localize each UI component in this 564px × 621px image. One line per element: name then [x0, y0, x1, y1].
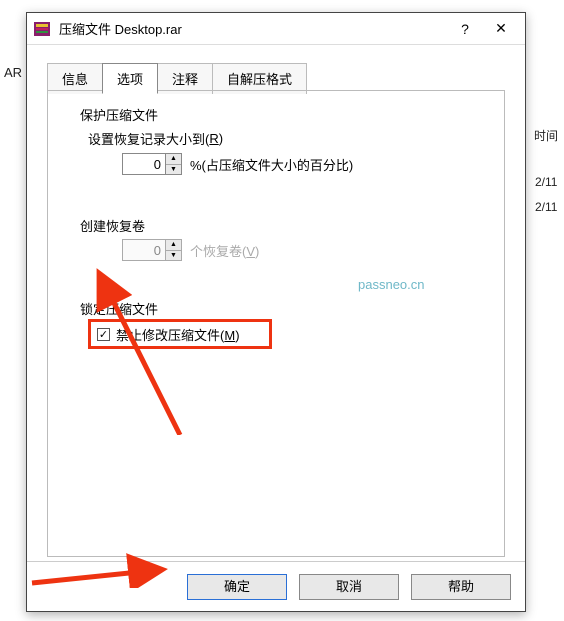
spinner-up-icon: ▲: [166, 240, 181, 251]
ok-button[interactable]: 确定: [187, 574, 287, 600]
recovery-volumes-spin-buttons: ▲▼: [166, 239, 182, 261]
recovery-size-label: 设置恢复记录大小到(R): [88, 129, 223, 148]
background-column-time: 时间: [530, 125, 562, 146]
group-volumes-title: 创建恢复卷: [76, 216, 149, 235]
archive-dialog: 压缩文件 Desktop.rar ? ✕ 信息 选项 注释 自解压格式 保护压缩…: [26, 12, 526, 612]
background-date-2: 2/11: [535, 200, 557, 214]
recovery-size-spin-buttons[interactable]: ▲▼: [166, 153, 182, 175]
recovery-size-suffix: %(占压缩文件大小的百分比): [190, 155, 353, 174]
group-protect-title: 保护压缩文件: [76, 105, 162, 124]
recovery-size-spinner: ▲▼ %(占压缩文件大小的百分比): [122, 153, 353, 175]
help-button[interactable]: 帮助: [411, 574, 511, 600]
winrar-icon: [33, 20, 51, 38]
recovery-volumes-input: [122, 239, 166, 261]
recovery-volumes-spinner: ▲▼ 个恢复卷(V): [122, 239, 259, 261]
options-panel: 保护压缩文件 设置恢复记录大小到(R) ▲▼ %(占压缩文件大小的百分比) 创建…: [47, 90, 505, 557]
lock-archive-label: 禁止修改压缩文件(M): [116, 325, 240, 344]
lock-archive-checkbox[interactable]: ✓: [97, 328, 110, 341]
background-date-1: 2/11: [535, 175, 557, 189]
recovery-volumes-suffix: 个恢复卷(V): [190, 241, 259, 260]
spinner-down-icon[interactable]: ▼: [166, 165, 181, 175]
recovery-size-input[interactable]: [122, 153, 166, 175]
tab-options[interactable]: 选项: [102, 63, 158, 94]
titlebar: 压缩文件 Desktop.rar ? ✕: [27, 13, 525, 45]
button-bar: 确定 取消 帮助: [27, 561, 525, 611]
group-lock-title: 锁定压缩文件: [76, 299, 162, 318]
watermark-text: passneo.cn: [358, 277, 425, 292]
close-icon[interactable]: ✕: [483, 20, 519, 37]
spinner-up-icon[interactable]: ▲: [166, 154, 181, 165]
spinner-down-icon: ▼: [166, 251, 181, 261]
dialog-title: 压缩文件 Desktop.rar: [59, 19, 447, 38]
cancel-button[interactable]: 取消: [299, 574, 399, 600]
help-icon[interactable]: ?: [447, 21, 483, 37]
lock-checkbox-highlight: ✓ 禁止修改压缩文件(M): [88, 319, 272, 349]
